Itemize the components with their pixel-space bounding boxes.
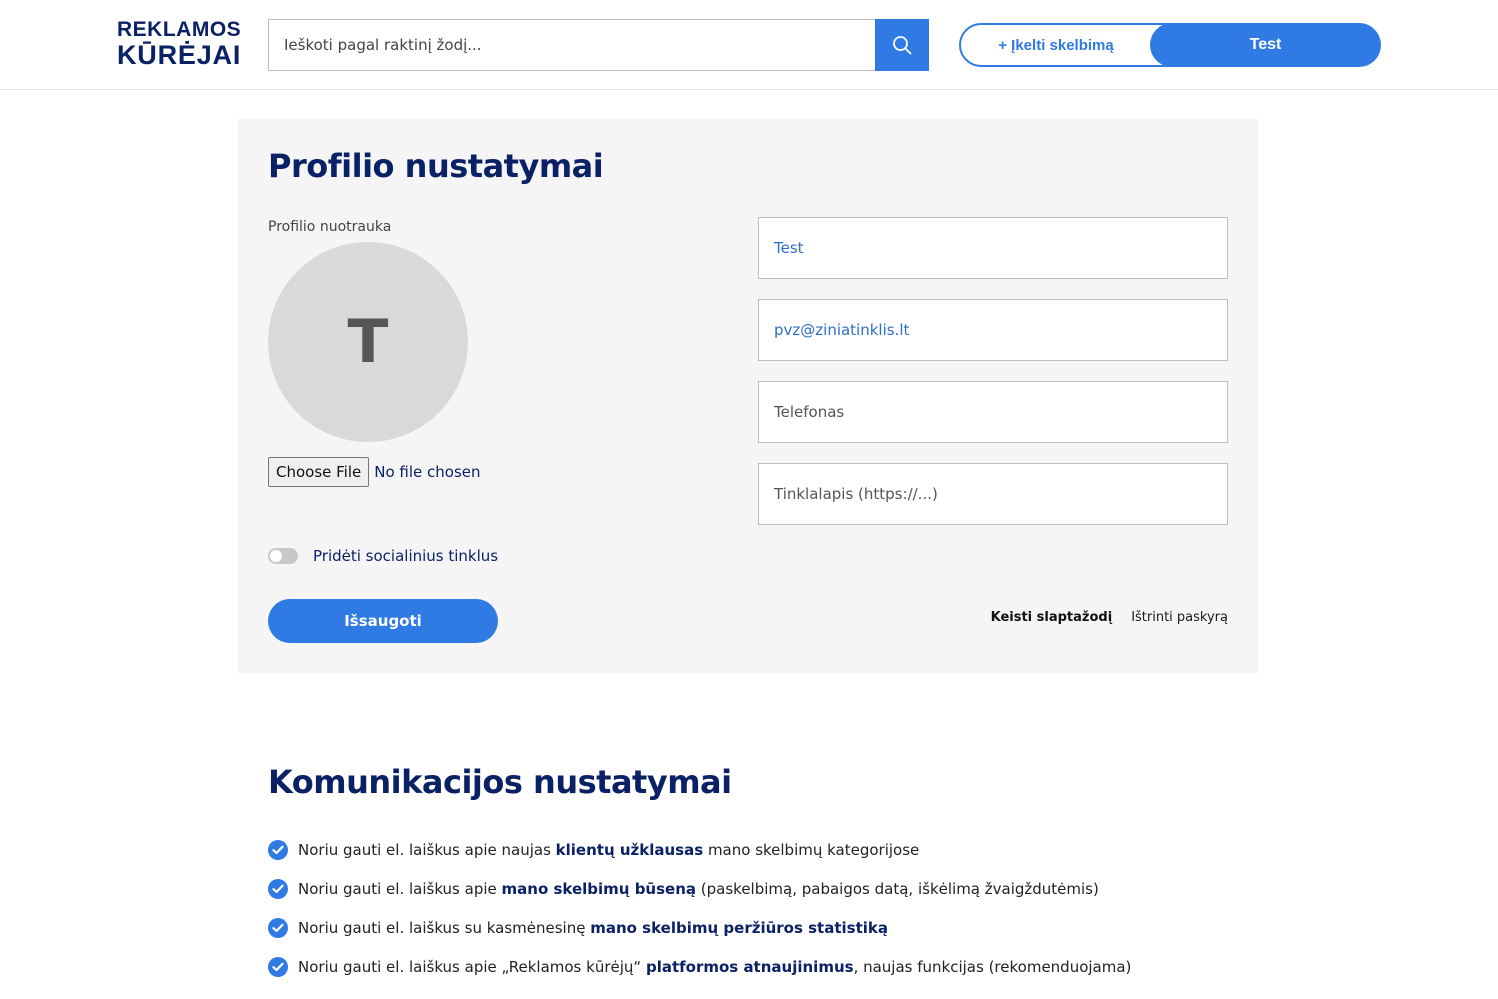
site-header: REKLAMOS KŪRĖJAI + Įkelti skelbimą Test: [0, 0, 1498, 90]
comm-option-client-inquiries[interactable]: Noriu gauti el. laiškus apie naujas klie…: [268, 830, 1131, 869]
communication-options: Noriu gauti el. laiškus apie naujas klie…: [268, 830, 1131, 986]
account-links: Keisti slaptažodį Ištrinti paskyrą: [991, 610, 1228, 625]
checkmark-icon[interactable]: [268, 839, 288, 860]
profile-photo-label: Profilio nuotrauka: [268, 219, 392, 235]
comm-option-monthly-stats[interactable]: Noriu gauti el. laiškus su kasmėnesinę m…: [268, 908, 1131, 947]
file-upload: Choose File No file chosen: [268, 457, 481, 487]
search-icon: [893, 36, 912, 55]
comm-option-ad-status[interactable]: Noriu gauti el. laiškus apie mano skelbi…: [268, 869, 1131, 908]
comm-option-platform-updates[interactable]: Noriu gauti el. laiškus apie „Reklamos k…: [268, 947, 1131, 986]
page-title: Profilio nustatymai: [268, 147, 604, 185]
checkmark-icon[interactable]: [268, 917, 288, 938]
upload-ad-button[interactable]: + Įkelti skelbimą: [961, 25, 1151, 65]
user-menu-button[interactable]: Test: [1150, 23, 1381, 67]
logo-line-2: KŪRĖJAI: [117, 40, 242, 70]
comm-option-text: Noriu gauti el. laiškus apie naujas klie…: [298, 840, 920, 859]
email-field[interactable]: pvz@ziniatinklis.lt: [758, 299, 1228, 361]
search-input[interactable]: [268, 19, 876, 71]
avatar-initial: T: [347, 307, 389, 377]
social-toggle-row[interactable]: Pridėti socialinius tinklus: [268, 547, 498, 565]
profile-settings-card: Profilio nustatymai Profilio nuotrauka T…: [238, 119, 1258, 673]
logo-line-1: REKLAMOS: [117, 18, 242, 41]
website-field[interactable]: Tinklalapis (https://...): [758, 463, 1228, 525]
social-toggle-label: Pridėti socialinius tinklus: [313, 547, 499, 565]
change-password-link[interactable]: Keisti slaptažodį: [991, 610, 1113, 625]
search-bar: [268, 19, 929, 71]
checkmark-icon[interactable]: [268, 878, 288, 899]
phone-field[interactable]: Telefonas: [758, 381, 1228, 443]
choose-file-button[interactable]: Choose File: [268, 457, 370, 487]
name-field[interactable]: Test: [758, 217, 1228, 279]
site-logo[interactable]: REKLAMOS KŪRĖJAI: [117, 19, 241, 69]
header-actions: + Įkelti skelbimą Test: [959, 23, 1381, 67]
comm-option-text: Noriu gauti el. laiškus apie mano skelbi…: [298, 879, 1099, 898]
comm-option-text: Noriu gauti el. laiškus apie „Reklamos k…: [298, 957, 1132, 976]
search-button[interactable]: [875, 19, 929, 71]
social-toggle-switch[interactable]: [268, 548, 298, 564]
save-button[interactable]: Išsaugoti: [268, 599, 498, 643]
checkmark-icon[interactable]: [268, 956, 288, 977]
comm-option-text: Noriu gauti el. laiškus su kasmėnesinę m…: [298, 918, 888, 937]
communication-title: Komunikacijos nustatymai: [268, 763, 732, 801]
avatar: T: [268, 242, 468, 442]
file-status-text: No file chosen: [374, 463, 481, 481]
delete-account-link[interactable]: Ištrinti paskyrą: [1131, 610, 1228, 625]
